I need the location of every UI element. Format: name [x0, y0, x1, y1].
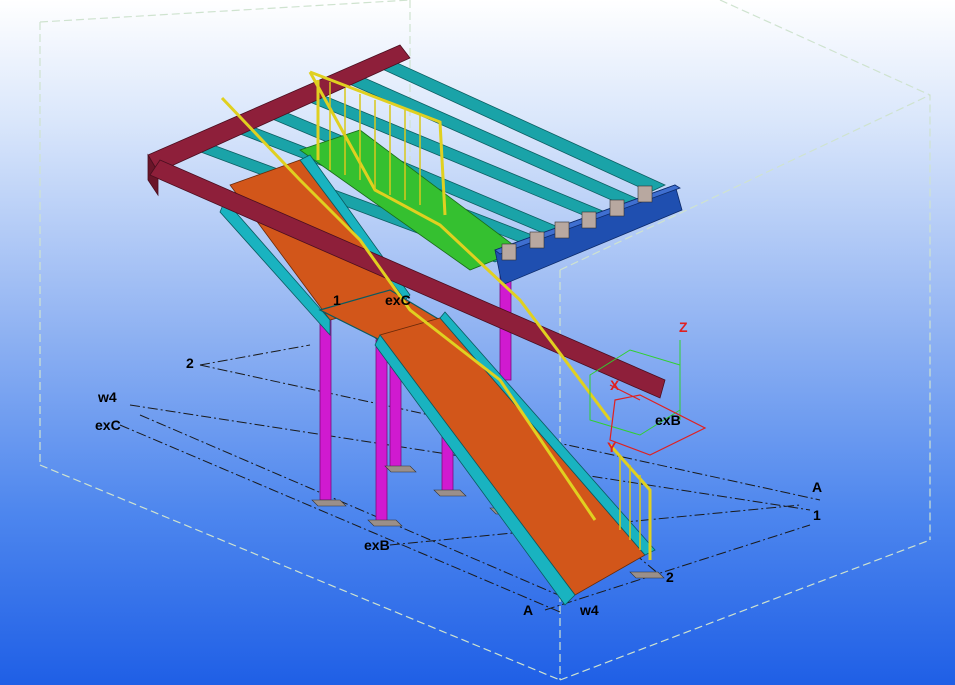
3d-model-scene[interactable]: 1 exC 2 w4 exC exB A 1 exB A w4 2 Z X Y	[0, 0, 955, 685]
grid-label-a-right: A	[812, 479, 822, 495]
grid-label-1-right: 1	[813, 507, 821, 523]
grid-label-exb-right: exB	[655, 412, 681, 428]
grid-label-a-bottom: A	[523, 602, 533, 618]
model-viewport[interactable]: 1 exC 2 w4 exC exB A 1 exB A w4 2 Z X Y	[0, 0, 955, 685]
lower-stair-flight	[374, 311, 656, 606]
grid-label-exc-top: exC	[385, 292, 411, 308]
work-area-box	[39, 0, 931, 681]
axis-label-y: Y	[607, 439, 617, 455]
grid-label-2-left: 2	[186, 355, 194, 371]
grid-label-1-top: 1	[333, 292, 341, 308]
grid-label-2-bottom: 2	[666, 569, 674, 585]
grid-label-exb-bottom: exB	[364, 537, 390, 553]
grid-label-w4-bottom: w4	[579, 602, 599, 618]
axis-label-z: Z	[679, 319, 688, 335]
axis-label-x: X	[610, 377, 620, 393]
grid-label-exc-left: exC	[95, 417, 121, 433]
grid-label-w4-left: w4	[97, 389, 117, 405]
